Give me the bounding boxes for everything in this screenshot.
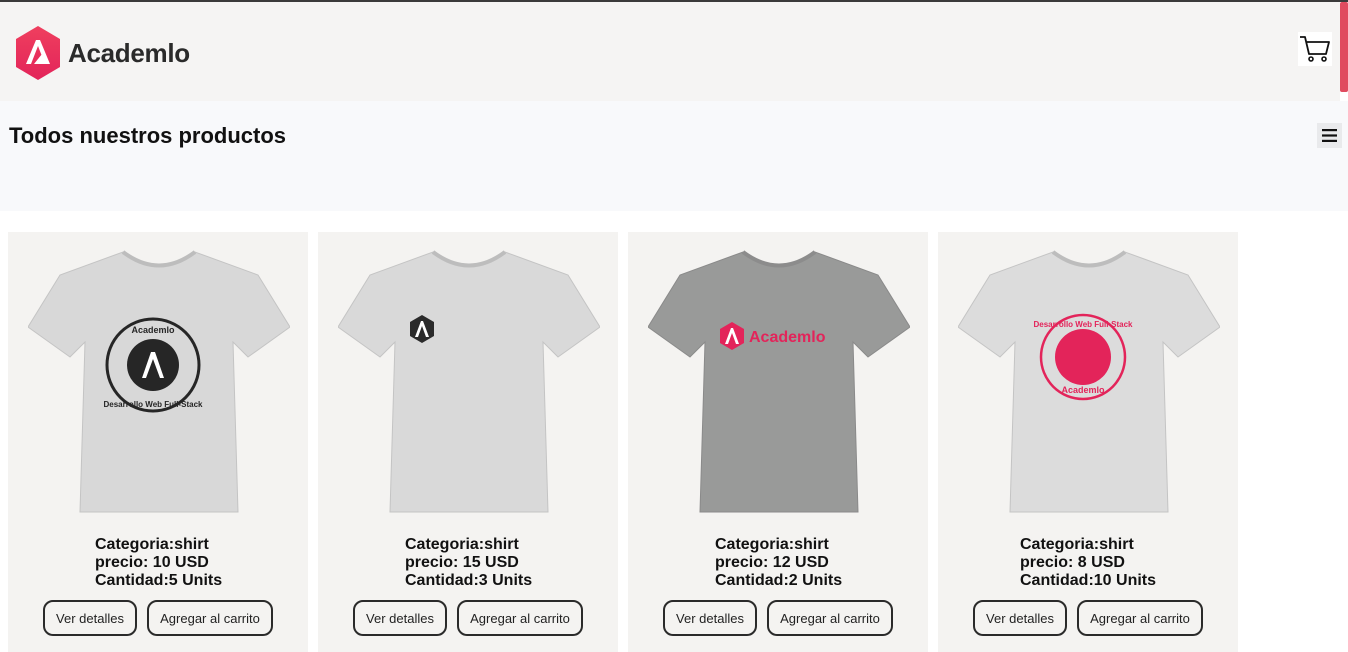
product-quantity: Cantidad:3 Units [405,572,533,589]
svg-text:Desarrollo Web Full-Stack: Desarrollo Web Full-Stack [104,400,204,409]
product-price: precio: 15 USD [405,554,519,571]
product-category: Categoria:shirt [405,536,519,553]
svg-text:Academlo: Academlo [1061,385,1105,395]
product-category: Categoria:shirt [1020,536,1134,553]
scrollbar-accent [1340,2,1348,92]
brand-name: Academlo [68,37,190,68]
add-to-cart-button[interactable]: Agregar al carrito [457,600,583,636]
product-info: Categoria:shirt precio: 15 USD Cantidad:… [405,536,532,590]
product-image: Desarrollo Web Full-Stack Academlo [958,250,1220,513]
shopping-cart-icon [1300,36,1330,62]
product-price: precio: 10 USD [95,554,209,571]
product-card: Desarrollo Web Full-Stack Academlo Categ… [938,232,1238,652]
view-details-button[interactable]: Ver detalles [663,600,757,636]
view-details-button[interactable]: Ver detalles [43,600,137,636]
product-card: Categoria:shirt precio: 15 USD Cantidad:… [318,232,618,652]
add-to-cart-button[interactable]: Agregar al carrito [1077,600,1203,636]
navbar: Academlo [0,2,1340,101]
view-details-button[interactable]: Ver detalles [973,600,1067,636]
svg-text:Desarrollo Web Full-Stack: Desarrollo Web Full-Stack [1034,320,1134,329]
product-info: Categoria:shirt precio: 10 USD Cantidad:… [95,536,222,590]
product-grid: Academlo Desarrollo Web Full-Stack Categ… [0,232,1348,652]
product-quantity: Cantidad:2 Units [715,572,843,589]
product-category: Categoria:shirt [95,536,209,553]
cart-button[interactable] [1298,32,1332,66]
product-price: precio: 8 USD [1020,554,1125,571]
product-category: Categoria:shirt [715,536,829,553]
add-to-cart-button[interactable]: Agregar al carrito [147,600,273,636]
product-card: Academlo Desarrollo Web Full-Stack Categ… [8,232,308,652]
filter-menu-button[interactable] [1317,123,1342,148]
view-details-button[interactable]: Ver detalles [353,600,447,636]
product-card: Academlo Categoria:shirt precio: 12 USD … [628,232,928,652]
product-quantity: Cantidad:5 Units [95,572,223,589]
product-info: Categoria:shirt precio: 12 USD Cantidad:… [715,536,842,590]
brand-link[interactable]: Academlo [14,24,190,82]
page-title: Todos nuestros productos [9,123,287,148]
product-info: Categoria:shirt precio: 8 USD Cantidad:1… [1020,536,1156,590]
academlo-logo-icon [16,26,60,80]
product-image [338,250,600,513]
product-quantity: Cantidad:10 Units [1020,572,1157,589]
hamburger-menu-icon [1322,129,1337,142]
add-to-cart-button[interactable]: Agregar al carrito [767,600,893,636]
product-image: Academlo [648,250,910,513]
products-header: Todos nuestros productos [0,101,1348,211]
svg-text:Academlo: Academlo [749,329,826,346]
product-image: Academlo Desarrollo Web Full-Stack [28,250,290,513]
svg-text:Academlo: Academlo [131,325,175,335]
product-price: precio: 12 USD [715,554,829,571]
